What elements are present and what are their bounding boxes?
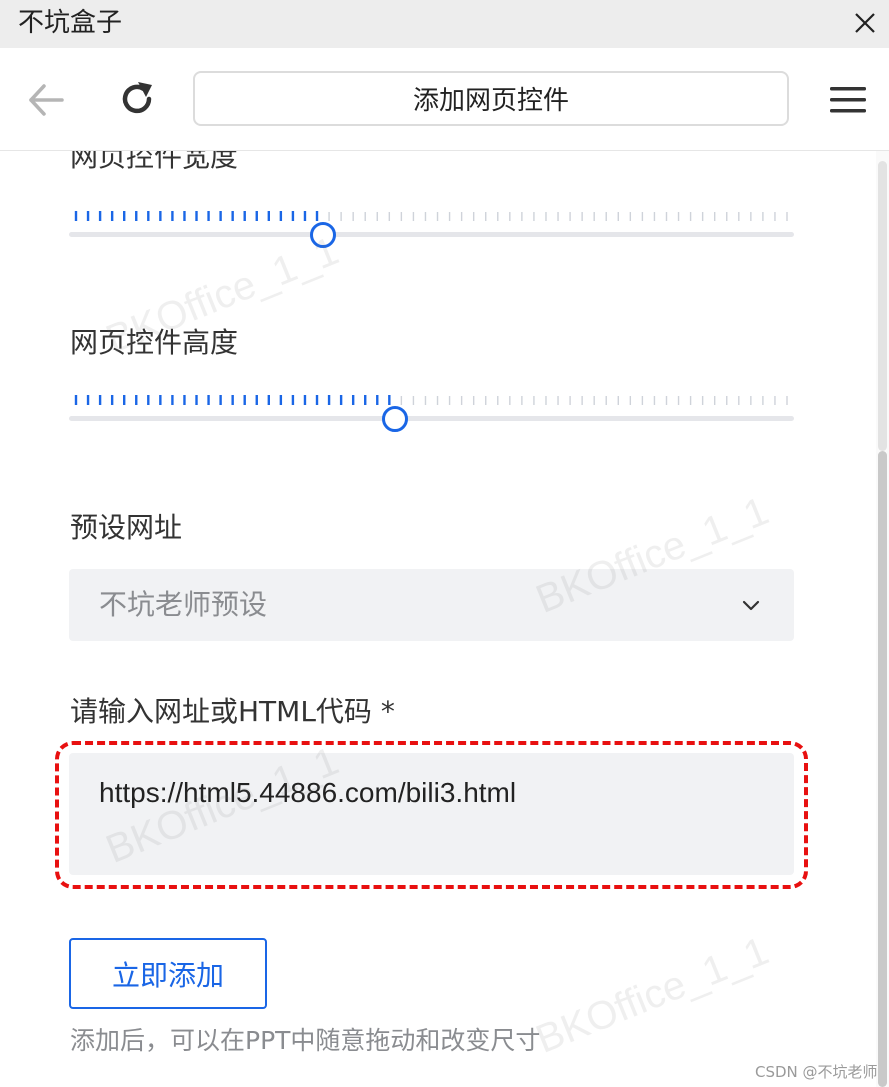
url-input-value: https://html5.44886.com/bili3.html (99, 777, 517, 808)
height-slider-ticks (74, 395, 788, 405)
height-slider-track (69, 416, 794, 421)
address-bar[interactable]: 添加网页控件 (193, 71, 789, 126)
preset-label: 预设网址 (70, 511, 183, 544)
credit-text: CSDN @不坑老师 (755, 1063, 878, 1081)
scrollbar-track-upper (878, 161, 887, 451)
preset-select[interactable]: 不坑老师预设 (69, 569, 794, 641)
height-label: 网页控件高度 (70, 326, 239, 359)
watermark: BKOffice_1_1 (530, 928, 775, 1062)
width-label: 网页控件宽度 (70, 151, 239, 173)
preset-selected-value: 不坑老师预设 (99, 588, 268, 621)
chevron-down-icon (742, 600, 760, 611)
hint-text: 添加后，可以在PPT中随意拖动和改变尺寸 (70, 1026, 541, 1055)
width-slider-track (69, 232, 794, 237)
close-icon[interactable] (850, 8, 880, 38)
title-bar: 不坑盒子 (0, 0, 889, 48)
height-slider-thumb[interactable] (382, 406, 409, 432)
browser-toolbar: 添加网页控件 (0, 48, 889, 151)
url-input[interactable]: https://html5.44886.com/bili3.html (69, 753, 794, 875)
height-slider[interactable] (69, 393, 794, 433)
scrollbar[interactable] (876, 151, 889, 1087)
width-slider[interactable] (69, 209, 794, 249)
menu-icon[interactable] (828, 84, 868, 116)
width-slider-thumb[interactable] (309, 222, 336, 248)
width-slider-ticks (74, 211, 788, 221)
form-panel: 网页控件宽度 网页控件高度 预设网址 不坑老师预设 请输入网址或HTML代码 *… (0, 151, 876, 1087)
add-now-button[interactable]: 立即添加 (69, 938, 267, 1009)
back-arrow-icon[interactable] (26, 80, 66, 120)
app-title: 不坑盒子 (18, 8, 123, 38)
url-label: 请输入网址或HTML代码 * (70, 695, 395, 728)
scrollbar-thumb[interactable] (878, 451, 887, 1087)
refresh-icon[interactable] (116, 78, 158, 120)
